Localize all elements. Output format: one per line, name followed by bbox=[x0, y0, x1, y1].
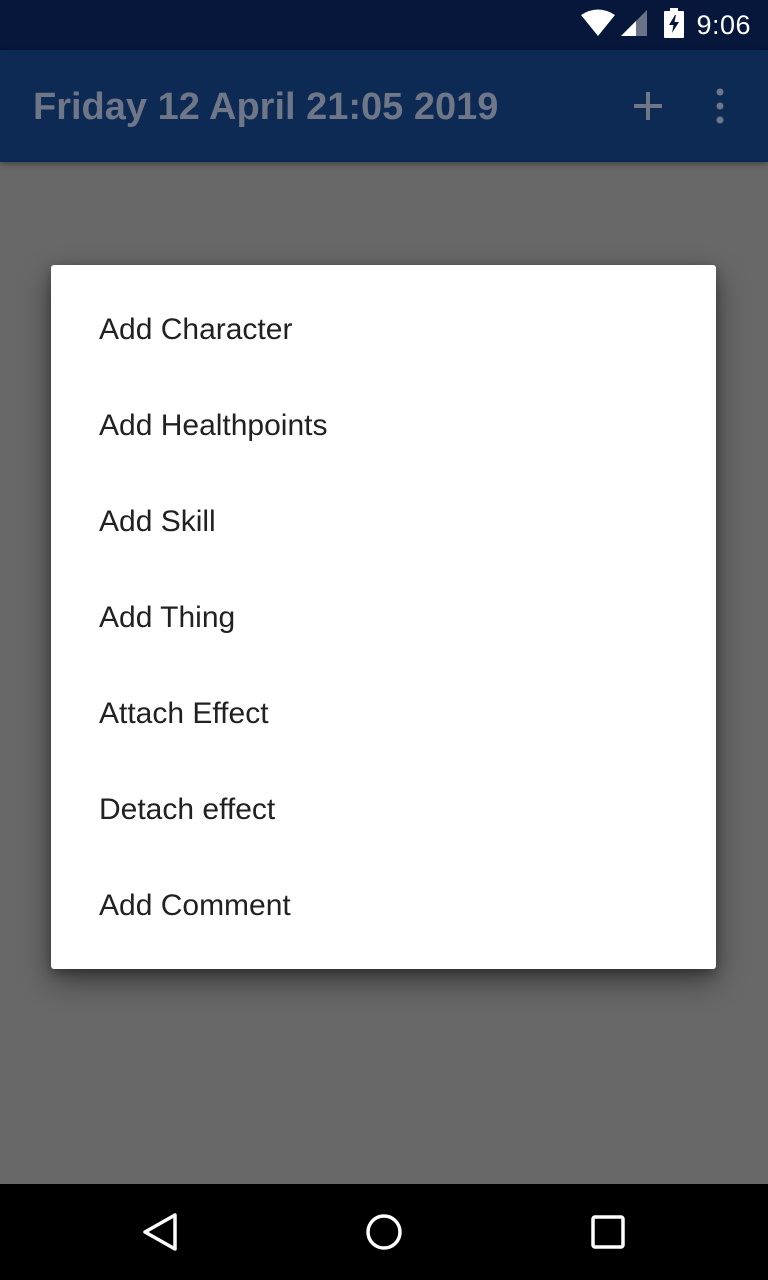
menu-item-label: Add Healthpoints bbox=[99, 409, 328, 442]
status-bar: 9:06 bbox=[0, 0, 768, 50]
wifi-icon bbox=[580, 9, 616, 42]
menu-item-add-healthpoints[interactable]: Add Healthpoints bbox=[51, 378, 716, 474]
menu-item-label: Add Comment bbox=[99, 889, 291, 922]
home-icon[interactable] bbox=[364, 1212, 404, 1252]
add-icon[interactable] bbox=[628, 86, 668, 126]
status-time: 9:06 bbox=[696, 9, 751, 40]
menu-item-add-character[interactable]: Add Character bbox=[51, 282, 716, 378]
menu-item-detach-effect[interactable]: Detach effect bbox=[51, 762, 716, 858]
app-toolbar: Friday 12 April 21:05 2019 bbox=[0, 50, 768, 162]
menu-item-label: Add Skill bbox=[99, 505, 216, 538]
menu-item-label: Add Thing bbox=[99, 601, 236, 634]
toolbar-title: Friday 12 April 21:05 2019 bbox=[33, 86, 499, 128]
menu-item-add-thing[interactable]: Add Thing bbox=[51, 570, 716, 666]
menu-item-label: Detach effect bbox=[99, 793, 276, 826]
action-dialog: Add Character Add Healthpoints Add Skill… bbox=[51, 265, 716, 969]
menu-item-attach-effect[interactable]: Attach Effect bbox=[51, 666, 716, 762]
recents-icon[interactable] bbox=[588, 1212, 628, 1252]
menu-item-label: Add Character bbox=[99, 313, 293, 346]
navigation-bar bbox=[0, 1184, 768, 1280]
cell-signal-icon bbox=[620, 9, 648, 42]
more-vert-icon[interactable] bbox=[704, 86, 736, 126]
menu-item-label: Attach Effect bbox=[99, 697, 269, 730]
menu-item-add-comment[interactable]: Add Comment bbox=[51, 858, 716, 954]
battery-charging-icon bbox=[664, 7, 685, 43]
menu-item-add-skill[interactable]: Add Skill bbox=[51, 474, 716, 570]
back-icon[interactable] bbox=[140, 1212, 180, 1252]
